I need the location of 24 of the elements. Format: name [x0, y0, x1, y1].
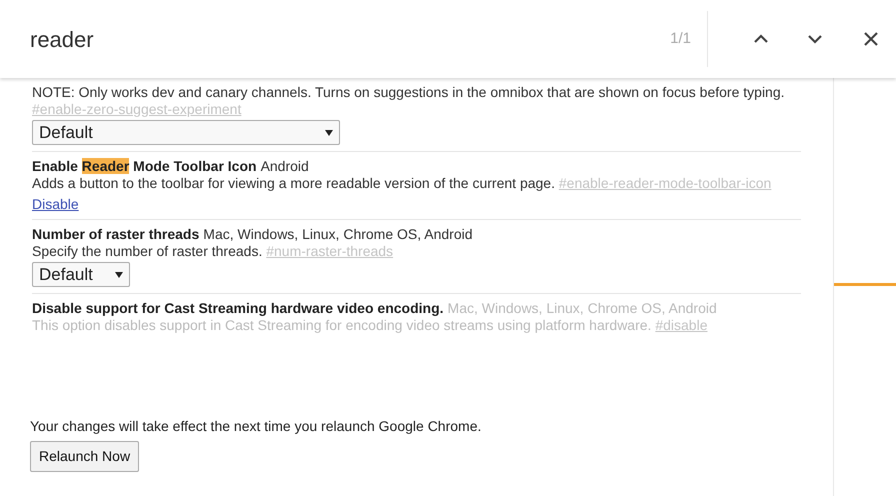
dropdown-value: Default	[39, 266, 93, 283]
dropdown-arrow-icon	[325, 130, 333, 136]
flag-description: Specify the number of raster threads. #num-raster-threads	[32, 243, 394, 260]
flag-description: This option disables support in Cast Streaming for encoding video streams using platform hardware. #disable	[32, 317, 708, 334]
chevron-up-icon	[753, 34, 769, 44]
flag-platforms: Android	[260, 158, 309, 174]
dropdown-value: Default	[39, 124, 93, 141]
flag-platforms: Mac, Windows, Linux, Chrome OS, Android	[203, 226, 473, 242]
flag-platforms: Mac, Windows, Linux, Chrome OS, Android	[448, 300, 717, 316]
flag-description: NOTE: Only works dev and canary channels. Turns on suggestions in the omnibox that are shown on focus before typing. #enable-zero-suggest-experiment	[32, 84, 786, 118]
find-query[interactable]: reader	[30, 22, 670, 56]
option-dropdown[interactable]: Default	[32, 262, 130, 287]
relaunch-button[interactable]: Relaunch Now	[30, 441, 140, 472]
flag-title: Number of raster threads	[32, 226, 200, 242]
dropdown-arrow-icon	[115, 272, 123, 278]
match-count: 1/1	[670, 28, 691, 49]
relaunch-message: Your changes will take effect the next time you relaunch Google Chrome.	[30, 417, 482, 436]
chevron-down-icon	[807, 34, 823, 44]
disable-link[interactable]: Disable	[32, 196, 79, 213]
option-dropdown[interactable]: Default	[32, 120, 340, 145]
find-match-marker	[834, 283, 896, 286]
close-icon	[863, 31, 879, 47]
flag-description: Adds a button to the toolbar for viewing a more readable version of the current page. #enable-reader-mode-toolbar-icon	[32, 175, 772, 192]
flag-title: Disable support for Cast Streaming hardware video encoding.	[32, 300, 444, 316]
